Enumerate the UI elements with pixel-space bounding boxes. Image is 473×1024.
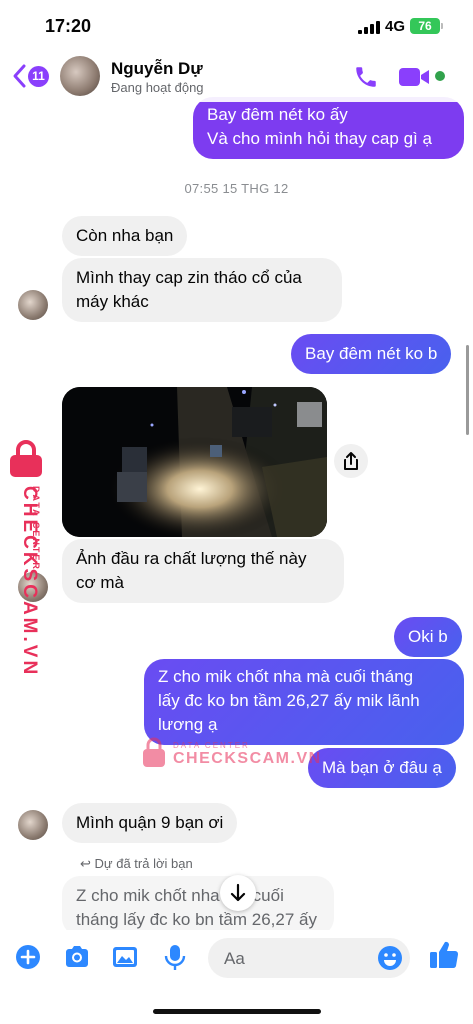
- reply-label: ↩︎ Dự đã trả lời bạn: [80, 856, 193, 872]
- outgoing-message[interactable]: Bay đêm nét ko ấy Và cho mình hỏi thay c…: [193, 97, 464, 159]
- online-indicator: [435, 71, 445, 81]
- watermark-sub: DATA CENTER: [31, 486, 41, 571]
- contact-avatar[interactable]: [60, 56, 100, 96]
- scroll-down-button[interactable]: [220, 875, 256, 911]
- phone-icon[interactable]: [353, 64, 379, 90]
- battery-level: 76: [418, 19, 432, 33]
- outgoing-message[interactable]: Z cho mik chốt nha mà cuối tháng lấy đc …: [144, 659, 464, 745]
- watermark-sub: DATA CENTER: [173, 741, 250, 750]
- image-icon[interactable]: [110, 942, 140, 972]
- status-bar: 17:20 4G 76: [0, 0, 473, 50]
- clock: 17:20: [45, 16, 92, 36]
- share-button[interactable]: [334, 444, 368, 478]
- contact-name[interactable]: Nguyễn Dự: [111, 59, 203, 79]
- incoming-message[interactable]: Ảnh đầu ra chất lượng thế này cơ mà: [62, 539, 344, 603]
- plus-icon[interactable]: [13, 942, 43, 972]
- home-indicator[interactable]: [153, 1009, 321, 1014]
- timestamp: 07:55 15 THG 12: [184, 181, 289, 196]
- lock-icon: [143, 737, 165, 767]
- chat-header: 11 Nguyễn Dự Đang hoạt động: [0, 50, 473, 102]
- battery-icon: 76: [410, 18, 440, 34]
- avatar[interactable]: [18, 290, 48, 320]
- avatar[interactable]: [18, 810, 48, 840]
- incoming-message[interactable]: Mình thay cap zin tháo cổ của máy khác: [62, 258, 342, 322]
- chevron-left-icon: [13, 64, 26, 88]
- watermark-brand: CHECKSCAM.VN: [173, 750, 322, 767]
- video-camera-icon[interactable]: [398, 66, 432, 88]
- emoji-icon[interactable]: [376, 944, 404, 972]
- scrollbar[interactable]: [466, 345, 469, 435]
- incoming-message[interactable]: Mình quận 9 bạn ơi: [62, 803, 238, 843]
- outgoing-message[interactable]: Bay đêm nét ko b: [291, 334, 452, 374]
- message-input[interactable]: Aa: [208, 938, 410, 978]
- outgoing-message[interactable]: Oki b: [394, 617, 462, 657]
- lock-icon: [10, 440, 42, 477]
- reply-quote[interactable]: Z cho mik chốt nha mà cuối tháng lấy đc …: [62, 876, 334, 930]
- shared-photo[interactable]: [62, 387, 327, 537]
- arrow-down-icon: [230, 883, 246, 902]
- camera-icon[interactable]: [62, 942, 92, 972]
- message-thread[interactable]: Bay đêm nét ko ấy Và cho mình hỏi thay c…: [0, 0, 473, 930]
- battery-tip: [441, 23, 443, 29]
- network-type: 4G: [385, 18, 406, 35]
- message-input-placeholder: Aa: [224, 949, 245, 968]
- share-icon: [344, 452, 358, 470]
- contact-status: Đang hoạt động: [111, 80, 204, 95]
- reply-icon: ↩︎: [80, 856, 95, 871]
- signal-icon: [358, 21, 380, 34]
- unread-count-badge[interactable]: 11: [28, 66, 49, 87]
- reply-label-text: Dự đã trả lời bạn: [94, 856, 193, 871]
- microphone-icon[interactable]: [160, 942, 190, 972]
- outgoing-message[interactable]: Mà bạn ở đâu ạ: [308, 748, 456, 788]
- thumbs-up-icon[interactable]: [428, 938, 460, 972]
- incoming-message[interactable]: Còn nha bạn: [62, 216, 188, 256]
